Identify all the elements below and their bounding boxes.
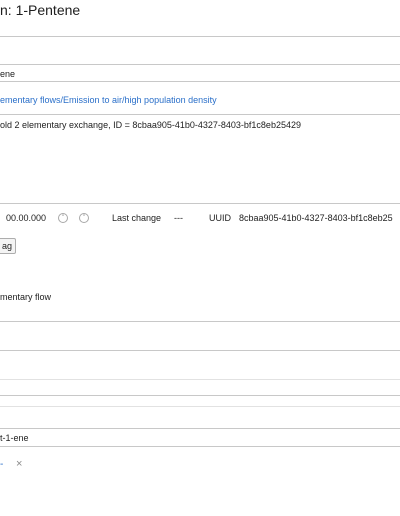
uuid-value: 8cbaa905-41b0-4327-8403-bf1c8eb25 [239,213,393,223]
name-field[interactable]: ene [0,64,400,82]
synonym-value: t-1-ene [0,433,29,443]
version-up-icon[interactable]: ˄ [58,213,68,223]
version-value: 00.00.000 [6,213,47,223]
uuid-label: UUID [209,213,231,223]
empty-field-2 [0,379,400,380]
empty-field-1[interactable] [0,321,400,351]
synonym-field[interactable]: t-1-ene [0,428,400,447]
empty-field-3[interactable] [0,395,400,407]
editor-title: n: 1-Pentene [0,2,81,18]
title-divider [0,36,400,37]
flow-type-value: mentary flow [0,292,52,302]
version-down-icon[interactable]: ˅ [79,213,89,223]
name-value: ene [0,69,16,79]
last-change-label: Last change [112,213,162,223]
add-tag-button[interactable]: ag [0,238,16,254]
category-link[interactable]: ementary flows/Emission to air/high popu… [0,95,217,105]
add-icon[interactable]: - [0,459,3,470]
last-change-value: --- [174,213,183,223]
description-text: old 2 elementary exchange, ID = 8cbaa905… [0,120,301,130]
remove-icon[interactable]: × [16,458,22,470]
description-textarea[interactable]: old 2 elementary exchange, ID = 8cbaa905… [0,114,400,204]
